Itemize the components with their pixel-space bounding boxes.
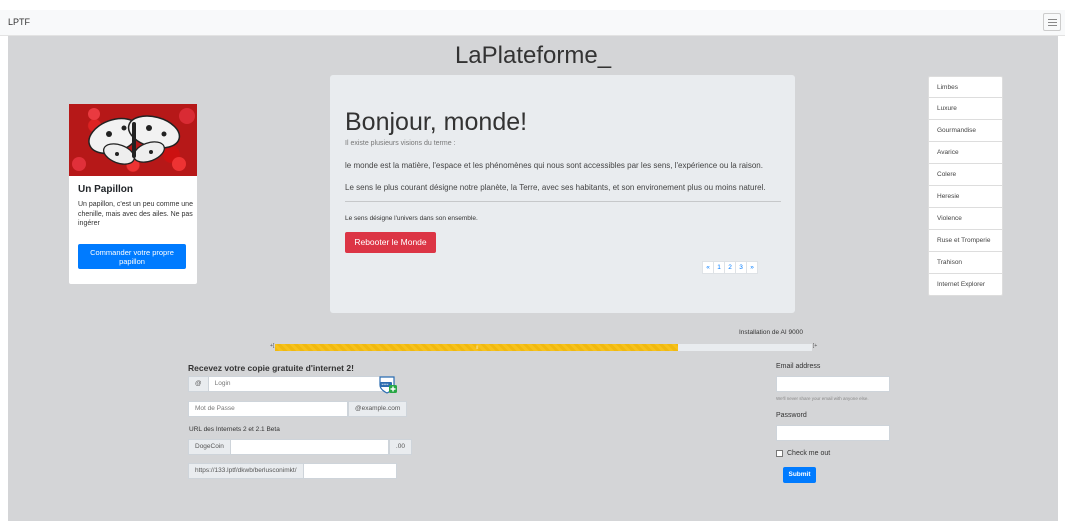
sidebar-item-trahison[interactable]: Trahison <box>928 252 1003 274</box>
jumbotron-lead-1: le monde est la matière, l'espace et les… <box>345 161 763 170</box>
reboot-world-button[interactable]: Rebooter le Monde <box>345 232 436 253</box>
sidebar-item-ruse[interactable]: Ruse et Tromperie <box>928 230 1003 252</box>
progress-label: Installation de AI 9000 <box>739 329 803 336</box>
password-manager-icon[interactable]: **** <box>378 375 398 395</box>
navbar-brand[interactable]: LPTF <box>8 17 30 27</box>
sidebar-item-avarice[interactable]: Avarice <box>928 142 1003 164</box>
sidebar-list: Limbes Luxure Gourmandise Avarice Colere… <box>928 76 1003 296</box>
dogecoin-addon: DogeCoin <box>188 439 231 455</box>
sidebar-item-limbes[interactable]: Limbes <box>928 76 1003 98</box>
url-input[interactable] <box>303 463 397 479</box>
page-next[interactable]: » <box>746 261 758 274</box>
email-input[interactable] <box>776 376 890 392</box>
site-title: LaPlateforme_ <box>454 42 612 69</box>
email-label: Email address <box>776 363 821 370</box>
sidebar-item-violence[interactable]: Violence <box>928 208 1003 230</box>
url-prefix-addon: https://133.lptf/dkwb/berlusconimkt/ <box>188 463 304 479</box>
order-butterfly-button[interactable]: Commander votre propre papillon <box>78 244 186 269</box>
jumbotron-intro: Il existe plusieurs visions du terme : <box>345 140 456 147</box>
butterfly-card: Un Papillon Un papillon, c'est un peu co… <box>69 104 197 284</box>
sidebar-item-luxure[interactable]: Luxure <box>928 98 1003 120</box>
password-group: Mot de Passe @example.com <box>188 401 408 417</box>
pagination: « 1 2 3 » <box>702 261 758 274</box>
sidebar-item-heresie[interactable]: Heresie <box>928 186 1003 208</box>
navbar: LPTF <box>0 10 1065 36</box>
progress-end-marker: ]+ <box>813 343 818 349</box>
dogecoin-group: DogeCoin .00 <box>188 439 412 455</box>
progress-bar: || <box>275 344 678 351</box>
jumbotron-small: Le sens désigne l'univers dans son ensem… <box>345 215 478 222</box>
url-label: URL des Internets 2 et 2.1 Beta <box>189 426 280 433</box>
at-sign-addon: @ <box>188 376 209 392</box>
card-text: Un papillon, c'est un peu comme une chen… <box>78 201 193 227</box>
progress-track: || <box>275 344 812 351</box>
hamburger-icon[interactable] <box>1043 13 1061 31</box>
submit-button[interactable]: Submit <box>783 467 816 483</box>
jumbotron-lead-2: Le sens le plus courant désigne notre pl… <box>345 183 766 192</box>
email-help: We'll never share your email with anyone… <box>776 396 869 401</box>
divider <box>345 201 781 202</box>
svg-text:****: **** <box>382 383 389 387</box>
sidebar-item-internet-explorer[interactable]: Internet Explorer <box>928 274 1003 296</box>
login-input[interactable]: Login <box>208 376 393 392</box>
url-group: https://133.lptf/dkwb/berlusconimkt/ <box>188 463 397 479</box>
sidebar-item-colere[interactable]: Colere <box>928 164 1003 186</box>
progress-start-marker: +[ <box>270 343 275 349</box>
checkbox-label: Check me out <box>787 450 831 457</box>
login-group: @ Login <box>188 376 393 392</box>
check-me-out[interactable]: Check me out <box>776 450 830 457</box>
password-input[interactable]: Mot de Passe <box>188 401 348 417</box>
jumbotron-heading: Bonjour, monde! <box>345 108 528 136</box>
jumbotron: Bonjour, monde! Il existe plusieurs visi… <box>330 75 795 313</box>
sidebar-item-gourmandise[interactable]: Gourmandise <box>928 120 1003 142</box>
progress-bar-text: || <box>476 344 479 349</box>
checkbox[interactable] <box>776 450 783 457</box>
email-suffix-addon: @example.com <box>348 401 408 417</box>
password-field[interactable] <box>776 425 890 441</box>
left-form-title: Recevez votre copie gratuite d'internet … <box>188 363 354 373</box>
main-content: LaPlateforme_ Un Papillon Un papillon, c… <box>8 36 1058 521</box>
butterfly-image <box>69 104 197 176</box>
dogecoin-input[interactable] <box>230 439 389 455</box>
card-title: Un Papillon <box>78 184 133 195</box>
password-label: Password <box>776 412 807 419</box>
cents-addon: .00 <box>388 439 412 455</box>
